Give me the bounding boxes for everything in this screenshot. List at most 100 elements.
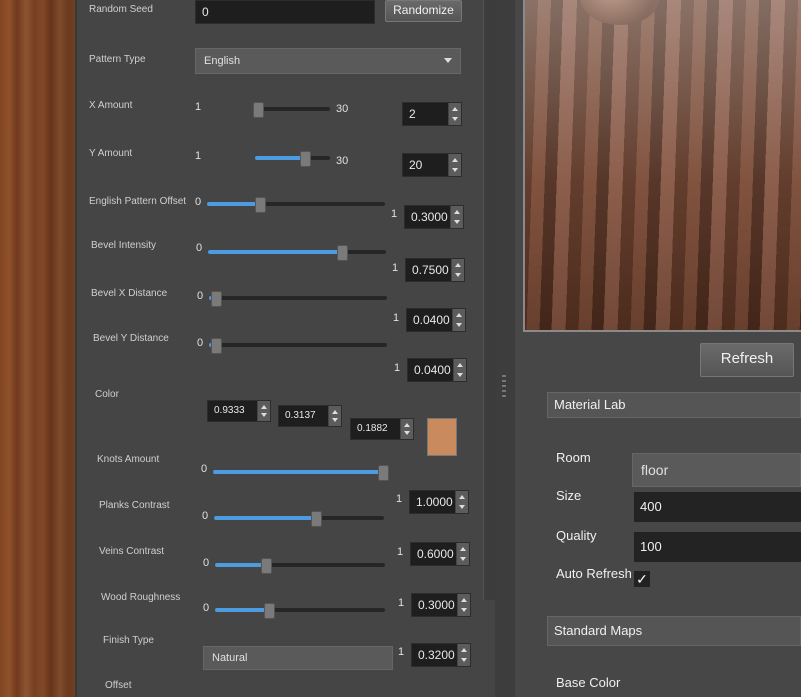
panel-splitter[interactable] xyxy=(495,0,515,697)
bevel-intensity-field[interactable]: 0.7500 xyxy=(405,258,465,282)
veins-contrast-label: Veins Contrast xyxy=(99,546,165,557)
finish-type-label: Finish Type xyxy=(103,635,154,646)
size-label: Size xyxy=(556,488,582,503)
x-amount-min: 1 xyxy=(195,101,202,113)
slider-handle[interactable] xyxy=(261,558,272,574)
color-swatch[interactable] xyxy=(427,418,457,456)
y-amount-min: 1 xyxy=(195,150,202,162)
bevel-x-field[interactable]: 0.0400 xyxy=(406,308,466,332)
size-field[interactable]: 400 xyxy=(634,492,801,522)
slider-fill xyxy=(207,202,261,206)
bevel-y-max: 1 xyxy=(394,362,401,374)
bevel-x-slider[interactable] xyxy=(209,291,387,307)
slider-handle[interactable] xyxy=(255,197,267,213)
english-offset-label: English Pattern Offset xyxy=(89,196,187,207)
y-amount-field[interactable]: 20 xyxy=(402,153,462,177)
wood-roughness-label: Wood Roughness xyxy=(101,592,181,603)
knots-amount-field[interactable]: 1.0000 xyxy=(409,490,469,514)
parameters-panel: Random Seed 0 Randomize Pattern Type Eng… xyxy=(75,0,497,697)
veins-contrast-max: 1 xyxy=(398,597,405,609)
color-b-field[interactable]: 0.1882 xyxy=(350,418,414,440)
bevel-y-slider[interactable] xyxy=(209,338,387,354)
slider-handle[interactable] xyxy=(264,603,276,619)
quality-field[interactable]: 100 xyxy=(634,532,801,562)
english-offset-field[interactable]: 0.3000 xyxy=(404,205,464,229)
color-label: Color xyxy=(95,389,119,400)
slider-handle[interactable] xyxy=(336,245,348,261)
random-seed-field[interactable]: 0 xyxy=(195,0,375,24)
bevel-intensity-label: Bevel Intensity xyxy=(91,240,157,251)
slider-fill xyxy=(208,250,342,254)
desktop-background xyxy=(0,0,75,697)
bevel-x-min: 0 xyxy=(197,290,204,302)
planks-contrast-slider[interactable] xyxy=(214,511,384,527)
bevel-y-label: Bevel Y Distance xyxy=(93,333,169,344)
slider-handle[interactable] xyxy=(299,151,311,167)
pattern-type-select[interactable]: English xyxy=(195,48,461,74)
wood-roughness-slider[interactable] xyxy=(215,603,385,619)
bevel-y-min: 0 xyxy=(197,337,204,349)
slider-fill xyxy=(215,608,270,612)
grip-icon xyxy=(502,375,506,397)
spin-arrows-icon[interactable] xyxy=(257,401,270,421)
pattern-type-value: English xyxy=(204,55,241,67)
y-amount-slider[interactable] xyxy=(255,151,330,167)
offset-label: Offset xyxy=(105,680,132,691)
room-select[interactable]: floor xyxy=(632,453,801,487)
english-offset-min: 0 xyxy=(195,196,202,208)
bevel-intensity-max: 1 xyxy=(392,262,399,274)
planks-contrast-field[interactable]: 0.6000 xyxy=(410,542,470,566)
wood-roughness-field[interactable]: 0.3200 xyxy=(411,643,471,667)
y-amount-max: 30 xyxy=(336,155,349,167)
slider-handle[interactable] xyxy=(211,291,223,307)
spin-arrows-icon[interactable] xyxy=(448,103,461,125)
planks-contrast-min: 0 xyxy=(202,510,209,522)
bevel-y-field[interactable]: 0.0400 xyxy=(407,358,467,382)
spin-arrows-icon[interactable] xyxy=(450,206,463,228)
knots-amount-max: 1 xyxy=(396,493,403,505)
english-offset-max: 1 xyxy=(391,208,398,220)
bevel-intensity-min: 0 xyxy=(196,242,203,254)
x-amount-max: 30 xyxy=(336,103,349,115)
refresh-button[interactable]: Refresh xyxy=(700,343,794,377)
slider-handle[interactable] xyxy=(211,338,223,354)
slider-handle[interactable] xyxy=(378,465,389,481)
spin-arrows-icon[interactable] xyxy=(456,543,469,565)
slider-fill xyxy=(213,470,383,474)
slider-handle[interactable] xyxy=(311,511,322,527)
pattern-type-label: Pattern Type xyxy=(89,54,146,65)
spin-arrows-icon[interactable] xyxy=(455,491,468,513)
english-offset-slider[interactable] xyxy=(207,197,385,213)
chevron-down-icon xyxy=(444,58,452,63)
randomize-button[interactable]: Randomize xyxy=(385,0,462,22)
x-amount-label: X Amount xyxy=(89,100,133,111)
x-amount-slider[interactable] xyxy=(253,102,330,118)
veins-contrast-min: 0 xyxy=(203,557,210,569)
planks-contrast-max: 1 xyxy=(397,546,404,558)
slider-fill xyxy=(215,563,266,567)
knots-amount-slider[interactable] xyxy=(213,465,389,481)
spin-arrows-icon[interactable] xyxy=(328,406,341,426)
veins-contrast-field[interactable]: 0.3000 xyxy=(411,593,471,617)
planks-contrast-label: Planks Contrast xyxy=(99,500,170,511)
spin-arrows-icon[interactable] xyxy=(453,359,466,381)
finish-type-select[interactable]: Natural xyxy=(203,646,393,670)
x-amount-field[interactable]: 2 xyxy=(402,102,462,126)
slider-handle[interactable] xyxy=(253,102,264,118)
knots-amount-label: Knots Amount xyxy=(97,454,160,465)
material-lab-header[interactable]: Material Lab xyxy=(547,392,801,418)
spin-arrows-icon[interactable] xyxy=(457,594,470,616)
spin-arrows-icon[interactable] xyxy=(457,644,470,666)
spin-arrows-icon[interactable] xyxy=(451,259,464,281)
veins-contrast-slider[interactable] xyxy=(215,558,385,574)
spin-arrows-icon[interactable] xyxy=(400,419,413,439)
color-r-field[interactable]: 0.9333 xyxy=(207,400,271,422)
base-color-label: Base Color xyxy=(556,675,621,690)
bevel-intensity-slider[interactable] xyxy=(208,245,386,261)
bevel-x-label: Bevel X Distance xyxy=(91,288,168,299)
spin-arrows-icon[interactable] xyxy=(448,154,461,176)
spin-arrows-icon[interactable] xyxy=(452,309,465,331)
standard-maps-header[interactable]: Standard Maps xyxy=(547,616,801,646)
auto-refresh-checkbox[interactable]: ✓ xyxy=(634,571,650,587)
color-g-field[interactable]: 0.3137 xyxy=(278,405,342,427)
